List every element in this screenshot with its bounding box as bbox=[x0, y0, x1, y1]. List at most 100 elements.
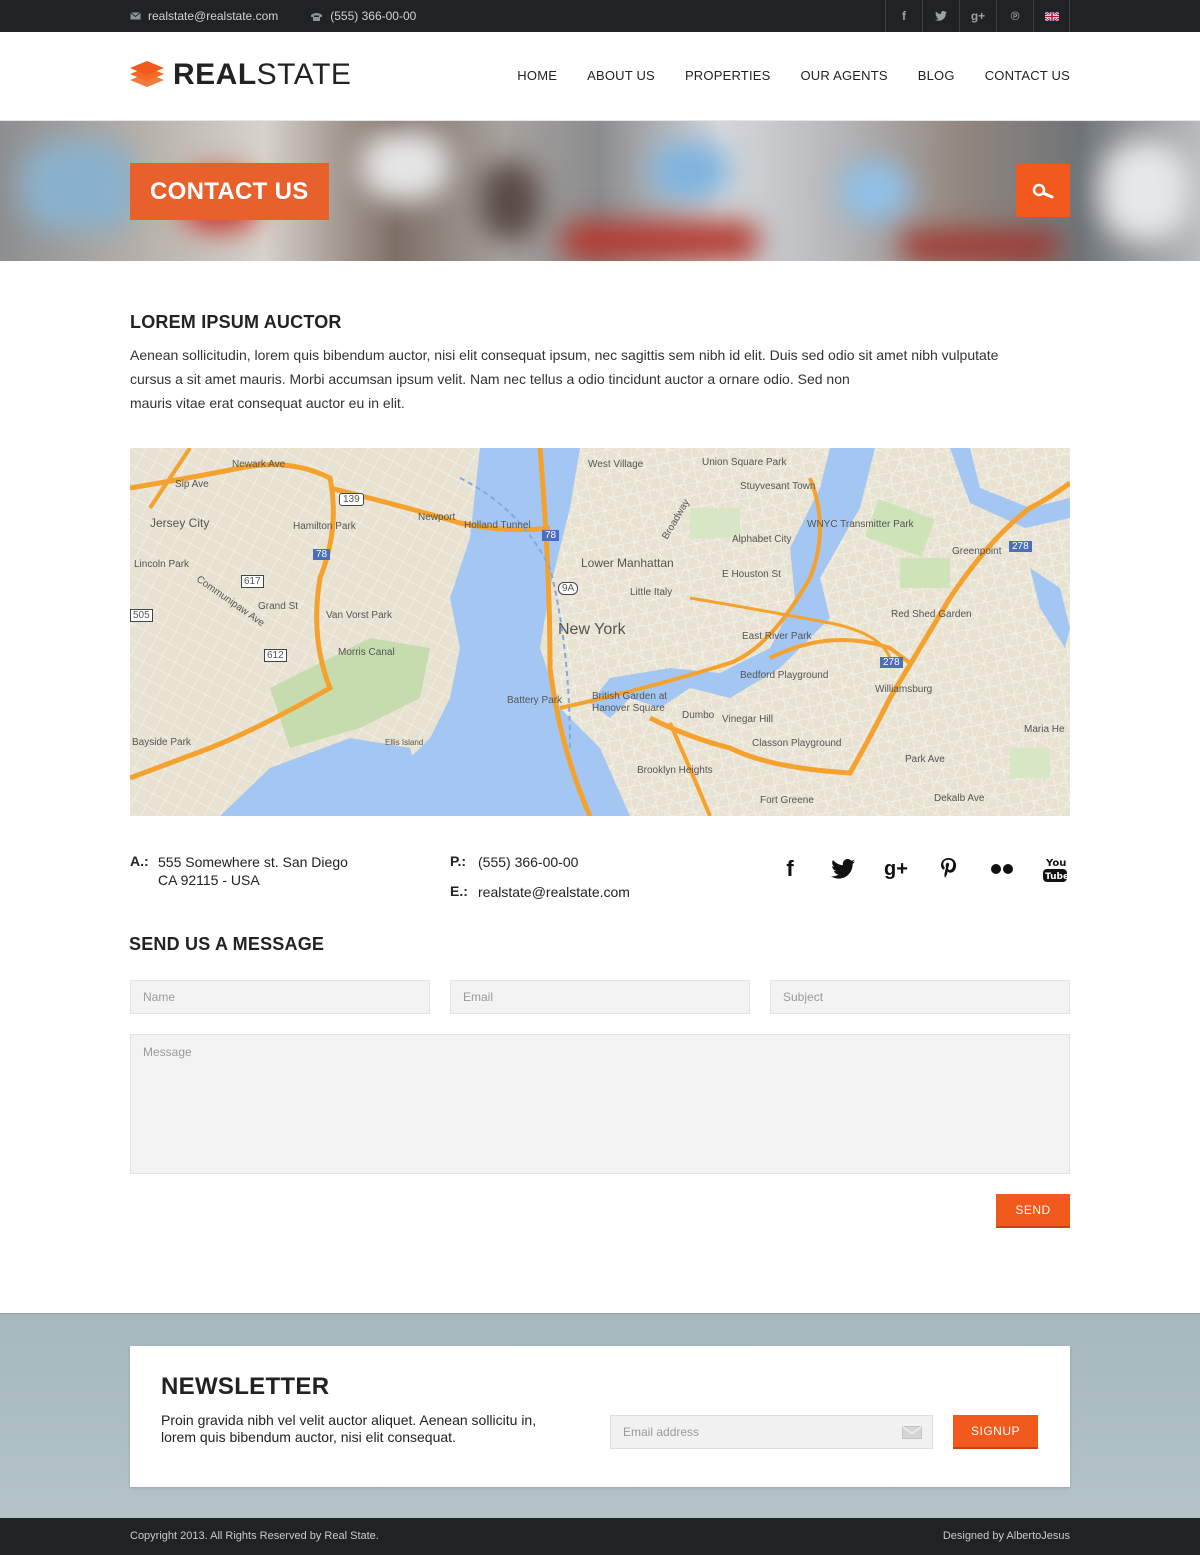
site-header: REALSTATE HOME ABOUT US PROPERTIES OUR A… bbox=[0, 32, 1200, 121]
page-title: CONTACT US bbox=[130, 163, 329, 220]
google-plus-icon[interactable]: g+ bbox=[959, 0, 996, 32]
map-label: Dumbo bbox=[682, 710, 715, 721]
map-label: E Houston St bbox=[722, 569, 781, 580]
contact-address: A.: 555 Somewhere st. San Diego CA 92115 -… bbox=[130, 853, 348, 889]
route-shield: 78 bbox=[313, 549, 331, 560]
pinterest-icon[interactable]: ℗ bbox=[996, 0, 1033, 32]
map-label: Newark Ave bbox=[232, 459, 286, 470]
map-label: Ellis Island bbox=[385, 738, 424, 747]
phone-label: P.: bbox=[450, 853, 467, 869]
map-label: Little Italy bbox=[630, 587, 673, 598]
nav-blog[interactable]: BLOG bbox=[918, 68, 955, 83]
map-label: Jersey City bbox=[150, 516, 210, 530]
contact-email: E.: realstate@realstate.com bbox=[450, 883, 630, 901]
search-icon bbox=[1032, 183, 1054, 198]
route-shield: 9A bbox=[558, 582, 579, 595]
main-nav: HOME ABOUT US PROPERTIES OUR AGENTS BLOG… bbox=[487, 68, 1070, 83]
google-plus-icon[interactable]: g+ bbox=[881, 854, 911, 884]
signup-button[interactable]: SIGNUP bbox=[953, 1415, 1038, 1449]
topbar-email[interactable]: realstate@realstate.com bbox=[130, 9, 278, 23]
uk-flag-icon[interactable] bbox=[1033, 0, 1070, 32]
map-label: Sip Ave bbox=[175, 479, 209, 490]
pinterest-icon[interactable] bbox=[934, 854, 964, 884]
logo-text: REALSTATE bbox=[173, 58, 352, 91]
map-label: Lower Manhattan bbox=[581, 556, 674, 570]
map-label: Greenpoint bbox=[952, 546, 1002, 557]
newsletter-email-input[interactable] bbox=[611, 1416, 891, 1448]
address-line: 555 Somewhere st. San Diego bbox=[158, 854, 348, 870]
newsletter-text: Proin gravida nibh vel velit auctor aliq… bbox=[161, 1412, 537, 1445]
map-label: Williamsburg bbox=[875, 684, 933, 695]
nav-about-us[interactable]: ABOUT US bbox=[587, 68, 655, 83]
contact-socials: f g+ You Tube bbox=[752, 854, 1070, 884]
map-label: Van Vorst Park bbox=[326, 610, 392, 621]
topbar-email-text: realstate@realstate.com bbox=[148, 9, 279, 23]
svg-text:You: You bbox=[1045, 858, 1066, 869]
subject-field[interactable] bbox=[770, 980, 1070, 1014]
route-shield: 612 bbox=[264, 649, 287, 662]
map-label: Alphabet City bbox=[732, 534, 792, 545]
send-button[interactable]: SEND bbox=[996, 1194, 1070, 1228]
map-label: British Garden at Hanover Square bbox=[592, 691, 668, 714]
intro-text: Aenean sollicitudin, lorem quis bibendum… bbox=[130, 343, 1070, 415]
phone-value: (555) 366-00-00 bbox=[478, 854, 579, 870]
message-field[interactable] bbox=[130, 1034, 1070, 1174]
footer-copyright: Copyright 2013. All Rights Reserved by R… bbox=[130, 1530, 379, 1542]
envelope-icon bbox=[130, 12, 141, 20]
location-map[interactable]: New York Jersey City Lower Manhattan Uni… bbox=[130, 448, 1070, 816]
intro-text-line: cursus a sit amet mauris. Morbi accumsan… bbox=[130, 371, 850, 387]
route-shield: 278 bbox=[880, 657, 903, 668]
route-shield: 78 bbox=[542, 530, 560, 541]
nav-our-agents[interactable]: OUR AGENTS bbox=[801, 68, 888, 83]
footer-credit[interactable]: Designed by AlbertoJesus bbox=[943, 1530, 1070, 1542]
map-label: Hamilton Park bbox=[293, 521, 356, 532]
map-label: Dekalb Ave bbox=[934, 793, 985, 804]
map-label: Morris Canal bbox=[338, 647, 395, 658]
nav-properties[interactable]: PROPERTIES bbox=[685, 68, 771, 83]
map-label: Vinegar Hill bbox=[722, 714, 773, 725]
site-footer: Copyright 2013. All Rights Reserved by R… bbox=[0, 1518, 1200, 1555]
map-label: Holland Tunnel bbox=[464, 520, 531, 531]
address-label: A.: bbox=[130, 853, 149, 869]
topbar-phone: (555) 366-00-00 bbox=[310, 9, 416, 23]
map-label: Bedford Playground bbox=[740, 670, 829, 681]
intro-text-line: mauris vitae erat consequat auctor eu in… bbox=[130, 395, 405, 411]
email-label: E.: bbox=[450, 883, 468, 899]
address-line: CA 92115 - USA bbox=[158, 872, 260, 888]
youtube-icon[interactable]: You Tube bbox=[1040, 854, 1070, 884]
map-label: Stuyvesant Town bbox=[740, 481, 816, 492]
newsletter-box: NEWSLETTER Proin gravida nibh vel velit … bbox=[130, 1346, 1070, 1487]
top-bar: realstate@realstate.com (555) 366-00-00 … bbox=[0, 0, 1200, 32]
email-field[interactable] bbox=[450, 980, 750, 1014]
route-shield: 617 bbox=[241, 575, 264, 588]
email-value[interactable]: realstate@realstate.com bbox=[478, 883, 630, 901]
flickr-icon[interactable] bbox=[987, 854, 1017, 884]
map-label: Fort Greene bbox=[760, 795, 814, 806]
phone-icon bbox=[311, 12, 323, 21]
name-field[interactable] bbox=[130, 980, 430, 1014]
site-logo[interactable]: REALSTATE bbox=[130, 58, 351, 92]
newsletter-title: NEWSLETTER bbox=[161, 1373, 330, 1400]
facebook-icon[interactable]: f bbox=[885, 0, 922, 32]
search-button[interactable] bbox=[1016, 164, 1070, 217]
facebook-icon[interactable]: f bbox=[775, 854, 805, 884]
map-label: Battery Park bbox=[507, 695, 563, 706]
twitter-icon[interactable] bbox=[922, 0, 959, 32]
intro-text-line: Aenean sollicitudin, lorem quis bibendum… bbox=[130, 347, 999, 363]
map-label: Grand St bbox=[258, 601, 299, 612]
map-label: WNYC Transmitter Park bbox=[807, 519, 914, 530]
layers-logo-icon bbox=[130, 61, 164, 87]
map-label: Newport bbox=[418, 512, 456, 523]
map-label: West Village bbox=[588, 459, 644, 470]
intro-title: LOREM IPSUM AUCTOR bbox=[130, 312, 342, 332]
twitter-icon[interactable] bbox=[828, 854, 858, 884]
nav-home[interactable]: HOME bbox=[517, 68, 557, 83]
contact-phone: P.: (555) 366-00-00 bbox=[450, 853, 578, 871]
nav-contact-us[interactable]: CONTACT US bbox=[985, 68, 1070, 83]
svg-text:Tube: Tube bbox=[1045, 872, 1068, 882]
message-form-title: SEND US A MESSAGE bbox=[129, 934, 325, 954]
map-label: East River Park bbox=[742, 631, 812, 642]
topbar-contact: realstate@realstate.com (555) 366-00-00 bbox=[130, 0, 448, 32]
map-label: Union Square Park bbox=[702, 457, 787, 468]
route-shield: 278 bbox=[1009, 541, 1032, 552]
